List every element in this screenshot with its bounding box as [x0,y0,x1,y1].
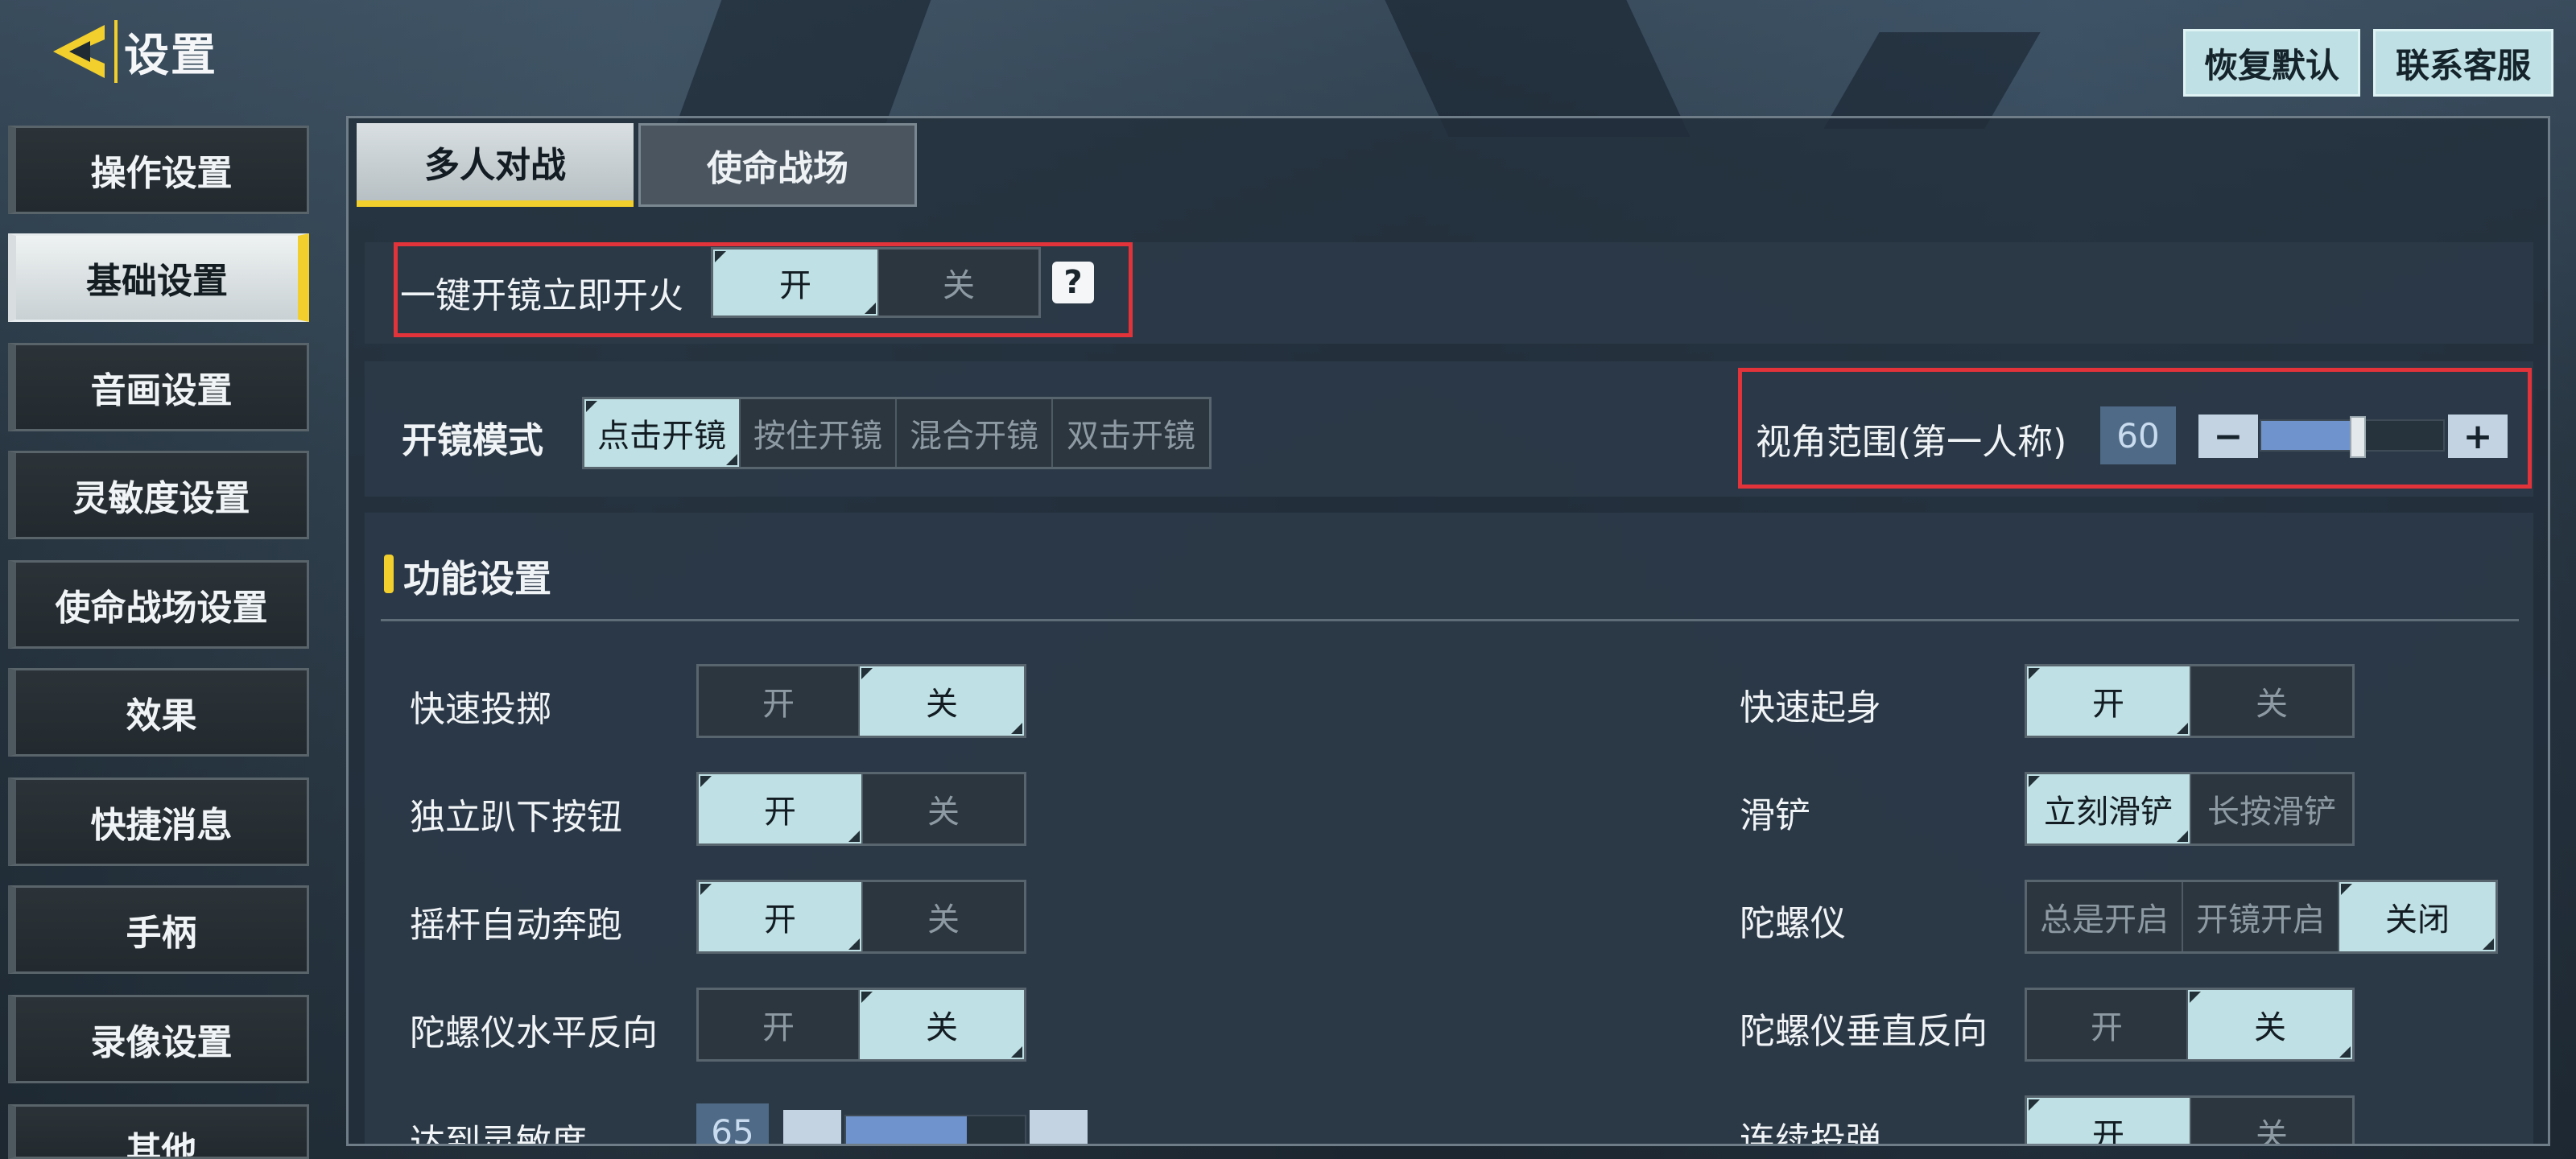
sidebar-item-label: 基础设置 [86,261,228,302]
sidebar-item-other[interactable]: 其他 [8,1104,309,1159]
quick-scope-fire-off-option[interactable]: 关 [879,250,1038,316]
gyroscope-option-ads[interactable]: 开镜开启 [2183,882,2339,951]
sidebar-item-battle-royale[interactable]: 使命战场设置 [8,560,309,649]
quick-scope-fire-label: 一键开镜立即开火 [400,275,683,316]
gyro-vertical-invert-off-option[interactable]: 关 [2188,990,2352,1059]
ads-mode-label: 开镜模式 [402,420,543,461]
auto-sprint-label: 摇杆自动奔跑 [410,905,622,946]
settings-panel: 多人对战 使命战场 一键开镜立即开火 开 关 ? 开镜模式 点击开镜 按住开镜 … [346,116,2550,1146]
auto-sprint-toggle: 开 关 [696,880,1026,954]
fov-slider-fill [2261,421,2358,450]
ads-mode-option-tap[interactable]: 点击开镜 [584,399,741,467]
sidebar-item-label: 其他 [126,1130,197,1159]
sidebar-item-label: 录像设置 [90,1022,233,1063]
slide-label: 滑铲 [1740,795,1810,836]
continuous-throw-label: 连续投弹 [1740,1120,1881,1146]
gyroscope-option-off[interactable]: 关闭 [2339,882,2496,951]
prone-button-toggle: 开 关 [696,772,1026,846]
continuous-throw-toggle: 开 关 [2025,1095,2355,1144]
quick-standup-off-option[interactable]: 关 [2191,666,2352,736]
ads-mode-option-hold[interactable]: 按住开镜 [741,399,897,467]
gyro-vertical-invert-label: 陀螺仪垂直反向 [1740,1011,1988,1052]
sidebar-item-label: 操作设置 [90,153,233,194]
gyro-horizontal-invert-on-option[interactable]: 开 [699,990,860,1059]
ads-mode-selector: 点击开镜 按住开镜 混合开镜 双击开镜 [582,397,1212,469]
sidebar-item-label: 音画设置 [90,370,233,411]
continuous-throw-on-option[interactable]: 开 [2027,1098,2191,1144]
auto-sprint-on-option[interactable]: 开 [699,882,863,951]
sensitivity-row-value: 65 [696,1103,769,1144]
tab-battle-royale[interactable]: 使命战场 [638,123,917,207]
sidebar-item-label: 使命战场设置 [55,588,268,629]
quick-throw-label: 快速投掷 [410,689,551,730]
prone-button-on-option[interactable]: 开 [699,774,863,843]
sidebar-item-recording[interactable]: 录像设置 [8,995,309,1083]
sidebar-item-controls[interactable]: 操作设置 [8,126,309,214]
quick-standup-label: 快速起身 [1740,687,1881,728]
continuous-throw-off-option[interactable]: 关 [2191,1098,2352,1144]
section-accent-bar [384,555,394,593]
page-title: 设置 [124,29,217,82]
slide-selector: 立刻滑铲 长按滑铲 [2025,772,2355,846]
sidebar-item-basic[interactable]: 基础设置 [8,233,309,322]
sensitivity-plus-button[interactable] [1030,1110,1088,1144]
gyro-vertical-invert-toggle: 开 关 [2025,988,2355,1062]
quick-throw-off-option[interactable]: 关 [860,666,1024,736]
contact-support-button[interactable]: 联系客服 [2373,29,2553,97]
sensitivity-row-label: 达到灵敏度 [410,1122,587,1146]
sidebar-item-label: 效果 [126,695,197,736]
fov-slider[interactable] [2260,416,2445,458]
ads-mode-option-double-tap[interactable]: 双击开镜 [1053,399,1209,467]
gyroscope-option-always[interactable]: 总是开启 [2027,882,2183,951]
quick-standup-on-option[interactable]: 开 [2027,666,2191,736]
prone-button-label: 独立趴下按钮 [410,797,622,838]
back-button[interactable]: 设置 [42,14,222,89]
gyro-horizontal-invert-off-option[interactable]: 关 [860,990,1024,1059]
fov-value: 60 [2100,406,2176,464]
sidebar-item-audio-video[interactable]: 音画设置 [8,343,309,431]
quick-scope-fire-toggle: 开 关 [711,247,1041,318]
sidebar-item-label: 快捷消息 [90,805,233,846]
auto-sprint-off-option[interactable]: 关 [863,882,1024,951]
back-chevron-icon [42,17,111,86]
gyroscope-label: 陀螺仪 [1740,903,1846,944]
sensitivity-minus-button[interactable] [783,1110,841,1144]
ads-mode-option-mixed[interactable]: 混合开镜 [897,399,1053,467]
gyroscope-selector: 总是开启 开镜开启 关闭 [2025,880,2498,954]
sidebar-item-label: 手柄 [126,913,197,954]
section-divider [381,619,2519,621]
fov-slider-thumb[interactable] [2350,416,2366,458]
quick-scope-fire-on-option[interactable]: 开 [713,250,879,316]
sensitivity-slider-fill [846,1116,967,1144]
help-icon[interactable]: ? [1052,262,1094,303]
fov-label: 视角范围(第一人称) [1756,422,2067,463]
sidebar-item-effects[interactable]: 效果 [8,668,309,757]
prone-button-off-option[interactable]: 关 [863,774,1024,843]
quick-throw-toggle: 开 关 [696,664,1026,738]
restore-default-button[interactable]: 恢复默认 [2183,29,2360,97]
quick-scope-fire-row [365,242,2533,344]
slide-option-hold[interactable]: 长按滑铲 [2191,774,2352,843]
sidebar-item-quick-messages[interactable]: 快捷消息 [8,777,309,866]
sensitivity-slider[interactable] [844,1115,1026,1144]
slide-option-instant[interactable]: 立刻滑铲 [2027,774,2191,843]
sidebar-item-controller[interactable]: 手柄 [8,885,309,974]
sidebar-item-label: 灵敏度设置 [72,478,250,519]
gyro-horizontal-invert-label: 陀螺仪水平反向 [410,1013,658,1054]
gyro-vertical-invert-on-option[interactable]: 开 [2027,990,2188,1059]
sidebar-item-sensitivity[interactable]: 灵敏度设置 [8,451,309,539]
gyro-horizontal-invert-toggle: 开 关 [696,988,1026,1062]
title-divider [114,20,118,83]
section-title: 功能设置 [403,557,551,600]
quick-standup-toggle: 开 关 [2025,664,2355,738]
quick-throw-on-option[interactable]: 开 [699,666,860,736]
tab-multiplayer[interactable]: 多人对战 [357,123,634,207]
fov-plus-button[interactable]: + [2448,415,2508,458]
fov-minus-button[interactable]: − [2198,415,2258,458]
